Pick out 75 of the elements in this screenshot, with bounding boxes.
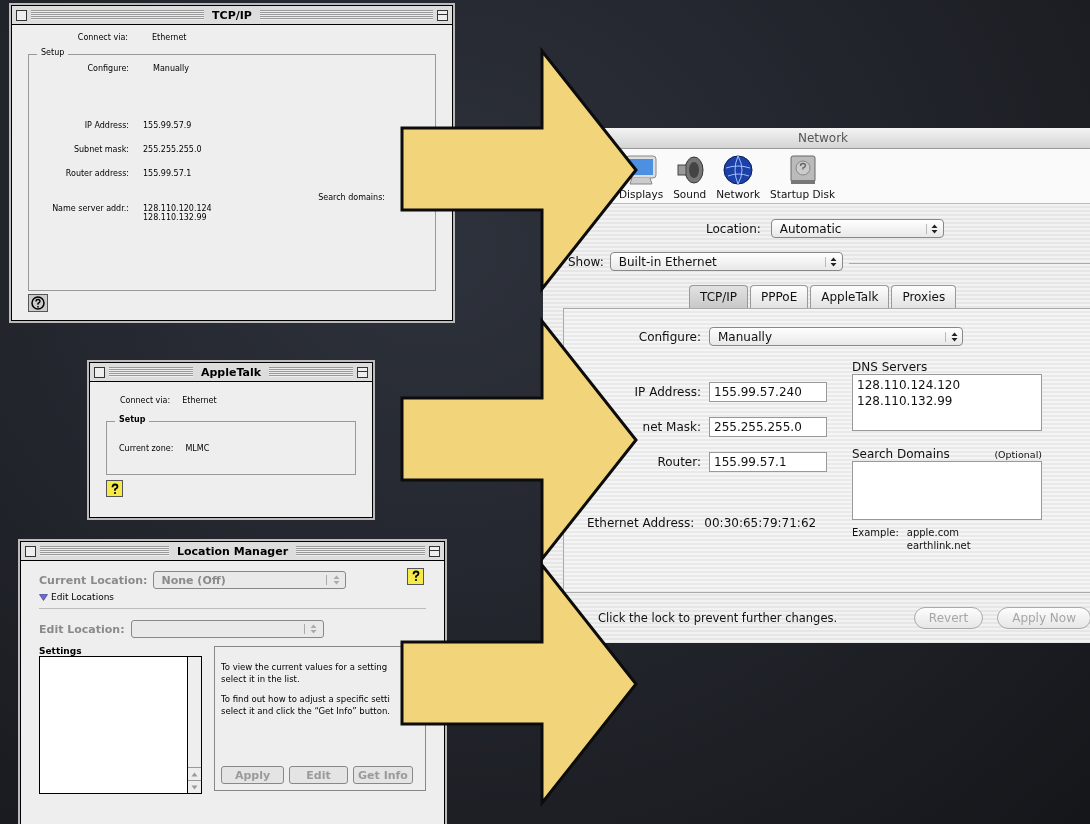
field-label: Edit Location: (39, 622, 125, 636)
configure-popup[interactable]: Manually (709, 327, 963, 346)
field-label: Connect via: (76, 33, 129, 42)
field-value: Ethernet (151, 33, 187, 42)
window-title: TCP/IP (211, 8, 253, 22)
tab[interactable]: AppleTalk (810, 285, 890, 308)
window-title: Network (797, 131, 849, 145)
zoom-box-icon[interactable] (429, 545, 440, 557)
field-value: 00:30:65:79:71:62 (704, 516, 817, 530)
close-box-icon[interactable] (25, 545, 36, 557)
field-value: MLMC (184, 444, 210, 453)
field-value: Ethernet (181, 396, 217, 405)
field-label: Configure: (86, 64, 130, 73)
field-value: 128.110.120.124 128.110.132.99 (143, 204, 212, 222)
field-label: Show: (568, 254, 604, 269)
tab[interactable]: TCP/IP (689, 285, 749, 308)
up-down-arrows-icon (931, 223, 939, 234)
settings-list[interactable] (39, 656, 202, 794)
field-label: Configure: (637, 329, 702, 344)
group-title: Setup (115, 415, 150, 424)
up-down-arrows-icon (310, 624, 318, 634)
up-down-arrows-icon (332, 575, 340, 585)
help-icon[interactable] (106, 480, 123, 497)
dns-servers-field[interactable]: 128.110.124.120 128.110.132.99 (852, 374, 1042, 431)
show-popup[interactable]: Built-in Ethernet (609, 252, 843, 271)
info-text: To view the current values for a setting select it in the list. (221, 661, 389, 685)
info-text: To find out how to adjust a specific setti select it and click the “Get Info” button. (221, 693, 391, 717)
input-field[interactable]: 155.99.57.1 (709, 452, 827, 472)
field-label: Ethernet Address: (587, 516, 695, 530)
field-label: Subnet mask: (72, 145, 130, 154)
disclosure-label[interactable]: Edit Locations (51, 592, 115, 602)
input-field[interactable]: 255.255.255.0 (709, 417, 827, 437)
input-field[interactable]: 155.99.57.240 (709, 382, 827, 402)
close-box-icon[interactable] (94, 366, 105, 378)
field-label: Name server addr.: (51, 204, 130, 213)
toolbar-item[interactable]: Sound (673, 154, 707, 200)
field-label: Router: (656, 455, 702, 469)
lock-hint-text: Click the lock to prevent further changes. (598, 611, 838, 625)
disclosure-triangle-icon[interactable] (39, 593, 48, 601)
help-icon[interactable] (28, 294, 48, 312)
field-label: Router address: (64, 169, 130, 178)
optional-note: (Optional) (994, 449, 1042, 460)
example-label: Example: (852, 526, 899, 540)
field-label: IP Address: (633, 385, 702, 399)
field-value: 255.255.255.0 (143, 145, 202, 154)
tab[interactable]: PPPoE (750, 285, 809, 308)
field-label: Search domains: (318, 193, 385, 202)
field-label: net Mask: (641, 420, 702, 434)
help-icon[interactable] (407, 567, 424, 585)
group-title: Setup (37, 48, 69, 57)
field-label: Current zone: (119, 444, 174, 453)
field-label: Location: (706, 221, 761, 236)
location-popup[interactable]: Automatic (770, 219, 944, 238)
field-value: Manually (152, 64, 190, 73)
field-value: 155.99.57.1 (143, 169, 192, 178)
field-value: 155.99.57.9 (143, 121, 192, 130)
field-label: Search Domains (852, 447, 950, 461)
zoom-box-icon[interactable] (437, 9, 448, 21)
field-label: Connect via: (120, 396, 171, 405)
example-text: apple.com earthlink.net (906, 526, 971, 552)
toolbar-item[interactable]: Startup Disk (770, 154, 835, 200)
toolbar-item[interactable]: Network (716, 154, 761, 200)
search-domains-field[interactable] (852, 461, 1042, 520)
close-box-icon[interactable] (16, 9, 27, 21)
field-label: Current Location: (39, 573, 148, 587)
zoom-box-icon[interactable] (357, 366, 368, 378)
up-down-arrows-icon (830, 256, 838, 267)
field-label: DNS Servers (852, 360, 929, 374)
tab[interactable]: Proxies (891, 285, 957, 308)
window-title: AppleTalk (199, 365, 263, 379)
globe-icon (722, 154, 755, 186)
field-label: IP Address: (83, 121, 130, 130)
up-down-arrows-icon (950, 331, 958, 342)
list-label: Settings (39, 646, 83, 656)
window-title: Location Manager (175, 544, 290, 558)
